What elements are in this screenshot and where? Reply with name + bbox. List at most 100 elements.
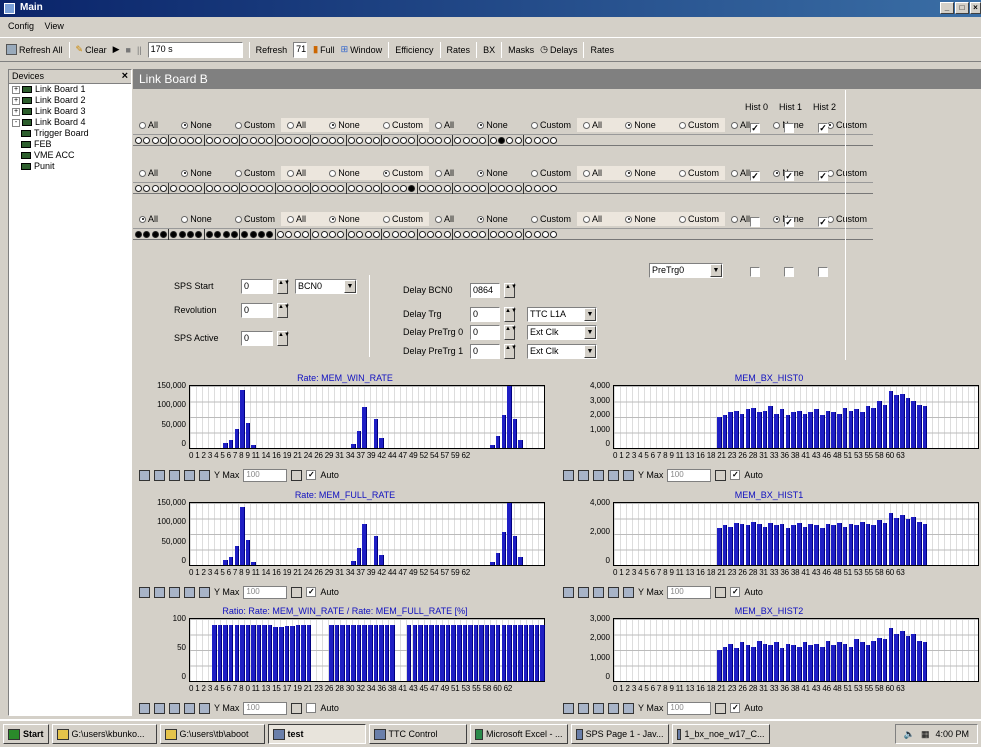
channel-bit[interactable] [408, 184, 416, 192]
interval-input[interactable]: 170 s [147, 41, 243, 58]
channel-bit[interactable] [329, 136, 337, 144]
hist-checkbox[interactable]: ✓ [818, 217, 828, 227]
channel-bit[interactable] [329, 184, 337, 192]
taskbar-item[interactable]: TTC Control [368, 724, 467, 744]
taskbar-item[interactable]: 1_bx_noe_w17_C... [671, 724, 770, 744]
channel-bit[interactable] [383, 184, 391, 192]
radio-all[interactable]: All [435, 168, 454, 178]
radio-custom[interactable]: Custom [678, 214, 719, 224]
channel-bit[interactable] [258, 136, 266, 144]
channel-bit[interactable] [443, 230, 451, 238]
channel-bit[interactable] [285, 230, 293, 238]
maximize-button[interactable]: □ [955, 2, 969, 14]
close-button[interactable]: × [970, 2, 981, 14]
hist-checkbox[interactable]: ✓ [818, 171, 828, 181]
ymax-spinner[interactable] [715, 469, 727, 481]
grid-icon[interactable] [154, 586, 165, 598]
channel-bit[interactable] [285, 184, 293, 192]
channel-bit[interactable] [541, 230, 549, 238]
channel-bit[interactable] [135, 184, 142, 192]
radio-custom[interactable]: Custom [530, 214, 571, 224]
chevron-down-icon[interactable]: ▼ [710, 264, 722, 277]
channel-bit[interactable] [205, 136, 213, 144]
table-icon[interactable] [563, 469, 574, 481]
channel-bit[interactable] [135, 230, 142, 238]
hist-checkbox[interactable] [784, 123, 794, 133]
channel-bit[interactable] [489, 136, 497, 144]
grid-icon[interactable] [578, 702, 589, 714]
clear-button[interactable]: ✎ Clear [76, 44, 107, 55]
channel-bit[interactable] [418, 230, 426, 238]
channel-bit[interactable] [301, 136, 309, 144]
delay-pretrg1-input[interactable]: 0 [470, 344, 500, 359]
channel-bit[interactable] [462, 230, 470, 238]
channel-bit[interactable] [293, 136, 301, 144]
channel-bit[interactable] [159, 230, 167, 238]
channel-bit[interactable] [498, 136, 506, 144]
channel-bit[interactable] [550, 136, 558, 144]
channel-bit[interactable] [372, 184, 380, 192]
channel-bit[interactable] [462, 136, 470, 144]
radio-custom[interactable]: Custom [530, 168, 571, 178]
channel-bit[interactable] [249, 184, 257, 192]
channel-bit[interactable] [541, 184, 549, 192]
channel-bit[interactable] [320, 136, 328, 144]
channel-bit[interactable] [249, 136, 257, 144]
channel-bit[interactable] [525, 136, 533, 144]
channel-bit[interactable] [399, 136, 407, 144]
expander-icon[interactable]: + [12, 85, 20, 94]
menu-view[interactable]: View [45, 21, 64, 31]
export-icon[interactable] [184, 469, 195, 481]
channel-bit[interactable] [541, 136, 549, 144]
channel-bit[interactable] [506, 136, 514, 144]
channel-bit[interactable] [470, 136, 478, 144]
radio-all[interactable]: All [435, 120, 454, 130]
channel-bit[interactable] [258, 230, 266, 238]
channel-bit[interactable] [347, 230, 355, 238]
channel-bit[interactable] [170, 184, 178, 192]
channel-bit[interactable] [143, 136, 151, 144]
tree-item-2[interactable]: + Link Board 3 [9, 106, 131, 117]
auto-checkbox[interactable]: ✓ [306, 470, 317, 480]
channel-bit[interactable] [249, 230, 257, 238]
chevron-down-icon[interactable]: ▼ [344, 280, 356, 293]
radio-all[interactable]: All [287, 214, 306, 224]
save-icon[interactable] [593, 702, 604, 714]
ymax-input[interactable]: 100 [243, 585, 288, 599]
channel-bit[interactable] [550, 184, 558, 192]
channel-bit[interactable] [178, 230, 186, 238]
ymax-input[interactable]: 100 [243, 701, 288, 715]
channel-bit[interactable] [533, 184, 541, 192]
hist-checkbox[interactable]: ✓ [818, 123, 828, 133]
channel-bit[interactable] [151, 136, 159, 144]
radio-none[interactable]: None [329, 120, 360, 130]
channel-bit[interactable] [230, 136, 238, 144]
channel-bit[interactable] [498, 184, 506, 192]
channel-bit[interactable] [329, 230, 337, 238]
channel-bit[interactable] [170, 136, 178, 144]
channel-bit[interactable] [399, 184, 407, 192]
channel-bit[interactable] [320, 230, 328, 238]
channel-bit[interactable] [489, 184, 497, 192]
hist-checkbox[interactable] [818, 267, 828, 277]
export-icon[interactable] [608, 586, 619, 598]
channel-bit[interactable] [514, 136, 522, 144]
channel-bit[interactable] [151, 230, 159, 238]
sps-start-spinner[interactable]: ▲▼ [277, 279, 290, 294]
ymax-input[interactable]: 100 [667, 585, 712, 599]
channel-bit[interactable] [533, 136, 541, 144]
menu-config[interactable]: Config [8, 21, 34, 31]
channel-bit[interactable] [241, 184, 249, 192]
taskbar-item[interactable]: Microsoft Excel - ... [469, 724, 568, 744]
table-icon[interactable] [139, 702, 150, 714]
network-icon[interactable]: ▦ [921, 729, 930, 740]
channel-bit[interactable] [230, 184, 238, 192]
save-icon[interactable] [169, 469, 180, 481]
channel-bit[interactable] [187, 230, 195, 238]
radio-all[interactable]: All [287, 120, 306, 130]
tree-item-3[interactable]: - Link Board 4 [9, 117, 131, 128]
channel-bit[interactable] [266, 184, 274, 192]
radio-custom[interactable]: Custom [678, 168, 719, 178]
channel-bit[interactable] [408, 230, 416, 238]
table-icon[interactable] [563, 586, 574, 598]
